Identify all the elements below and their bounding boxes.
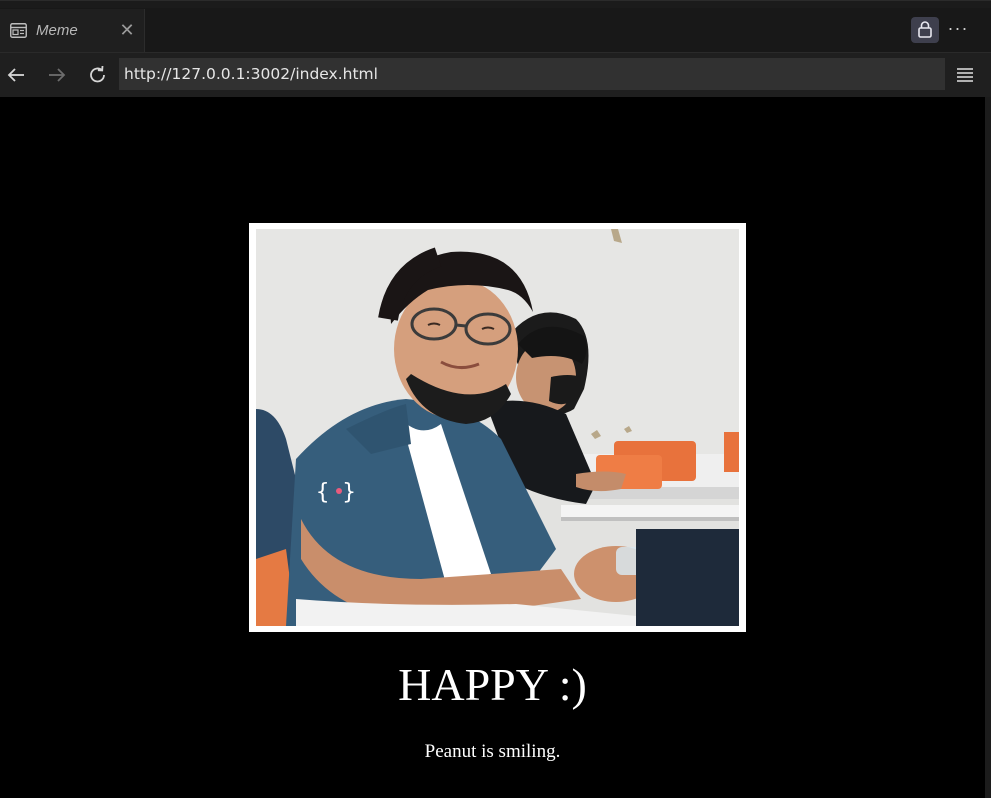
reload-button[interactable] [85, 62, 111, 88]
navigation-bar [0, 52, 991, 97]
photo-frame: { } [249, 223, 746, 632]
lock-button[interactable] [911, 17, 939, 43]
page-headline: HAPPY :) [398, 659, 587, 710]
reload-icon [85, 65, 111, 92]
more-icon[interactable]: ··· [945, 18, 971, 42]
svg-text:{ }: { } [316, 480, 356, 505]
back-arrow-icon [3, 68, 29, 92]
back-button[interactable] [3, 62, 29, 88]
hamburger-menu-icon [953, 68, 977, 91]
smiling-student-photo: { } [256, 229, 739, 626]
close-icon[interactable]: ✕ [118, 21, 136, 39]
browser-window: Meme ✕ ··· http://127.0.0.1:3002/index.h… [0, 0, 991, 798]
forward-button[interactable] [44, 62, 70, 88]
tab-strip: Meme ✕ ··· [0, 0, 991, 53]
forward-arrow-icon [44, 68, 70, 92]
browser-page-icon [10, 23, 27, 38]
menu-button[interactable] [953, 63, 977, 87]
lock-icon [911, 21, 939, 47]
address-bar[interactable] [119, 58, 945, 90]
page-viewport: { } HAPPY:) Peanut is smiling. [0, 97, 985, 798]
tab-strip-edge [0, 1, 991, 8]
scrollbar-track[interactable] [985, 97, 991, 798]
tab-meme[interactable]: Meme ✕ [0, 9, 145, 53]
tab-title: Meme [36, 22, 78, 39]
page-caption: Peanut is smiling. [424, 741, 561, 762]
